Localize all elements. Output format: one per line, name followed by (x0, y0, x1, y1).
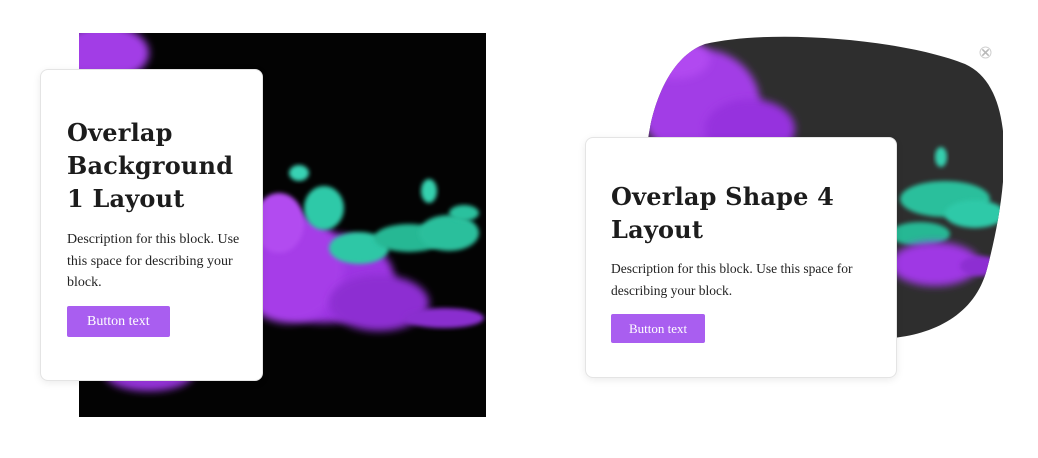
block-button[interactable]: Button text (67, 305, 170, 337)
block-title: Overlap Shape 4 Layout (611, 182, 835, 244)
close-icon[interactable] (979, 44, 992, 59)
block-title: Overlap Background 1 Layout (67, 118, 234, 213)
overlap-background-card: Overlap Background 1 Layout Description … (40, 69, 263, 381)
overlap-shape-card: Overlap Shape 4 Layout Description for t… (585, 137, 897, 378)
block-description: Description for this block. Use this spa… (67, 232, 240, 290)
block-button[interactable]: Button text (611, 314, 706, 343)
block-description: Description for this block. Use this spa… (611, 261, 853, 298)
